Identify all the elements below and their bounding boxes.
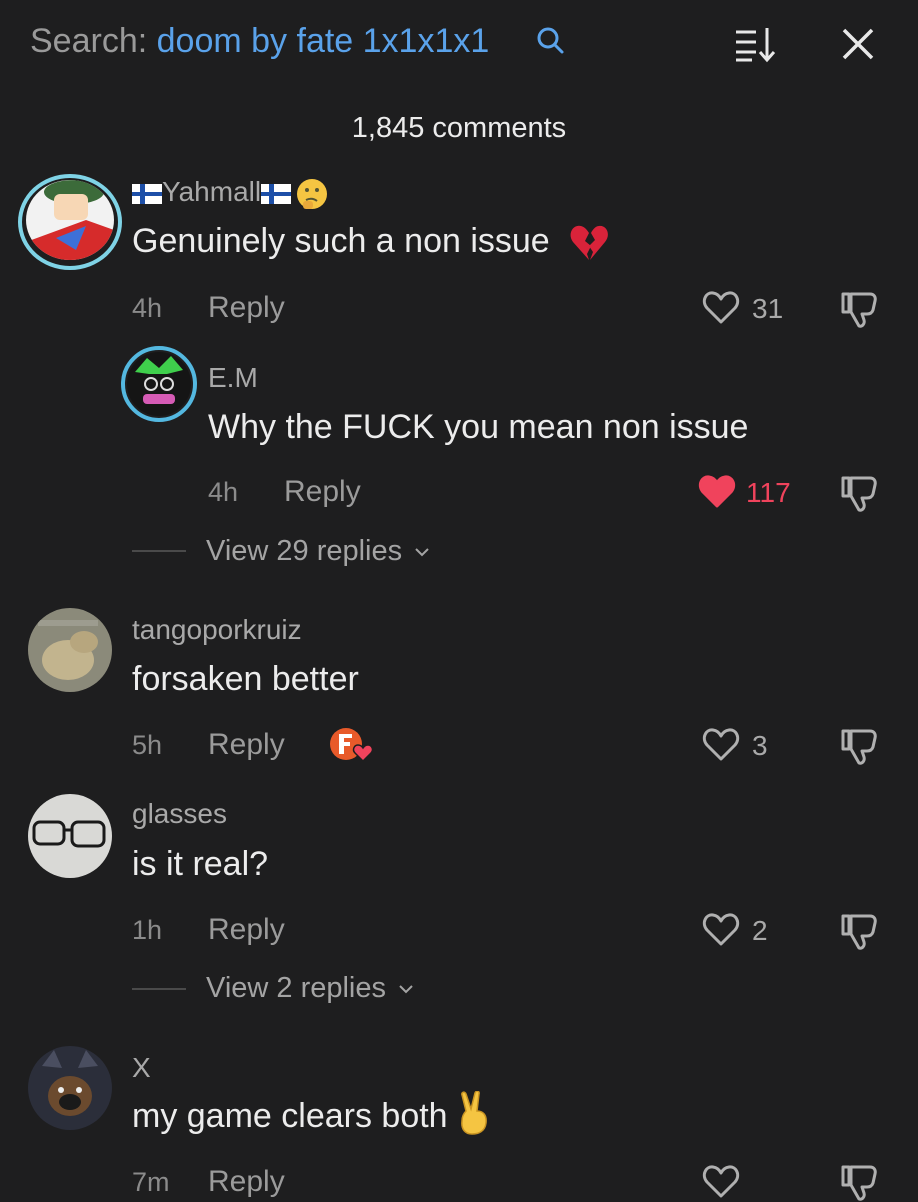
dislike-icon[interactable] [838,911,880,951]
search-bar[interactable]: Search: doom by fate 1x1x1x1 [30,22,489,61]
dislike-icon[interactable] [838,473,880,513]
username-row: Yahmall [132,176,329,211]
view-replies-button[interactable]: View 2 replies [206,972,414,1005]
dislike-icon[interactable] [838,726,880,766]
comment-text: my game clears both [132,1097,448,1135]
sort-icon[interactable] [730,22,780,66]
avatar[interactable] [26,180,114,260]
creator-liked-icon [330,728,374,763]
avatar[interactable] [127,352,191,416]
like-count: 3 [752,730,768,761]
comment-time: 5h [132,730,163,760]
username[interactable]: E.M [208,362,258,394]
close-icon[interactable] [836,22,880,66]
comment-text: Why the FUCK you mean non issue [208,408,749,446]
reply-button[interactable]: Reply [208,913,285,947]
like-count: 2 [752,915,768,946]
username[interactable]: glasses [132,798,227,830]
comment-time: 7m [132,1167,170,1197]
comment-text-row: my game clears both [132,1091,491,1136]
username[interactable]: Yahmall [162,176,261,207]
search-header: Search: doom by fate 1x1x1x1 1,845 comme… [0,0,918,144]
username[interactable]: X [132,1052,151,1084]
chevron-down-icon [415,548,429,557]
reply-button[interactable]: Reply [208,1165,285,1199]
dislike-icon[interactable] [838,1162,880,1202]
heart-icon[interactable] [702,912,740,948]
username[interactable]: tangoporkruiz [132,614,302,646]
search-label: Search: [30,22,148,60]
like-count: 117 [746,477,791,508]
search-icon[interactable] [534,24,568,58]
finland-flag-icon [261,183,292,204]
view-replies-label: View 29 replies [206,535,403,567]
comment-text: is it real? [132,845,269,883]
avatar[interactable] [28,608,112,692]
search-query[interactable]: doom by fate 1x1x1x1 [157,22,490,60]
broken-heart-icon [570,225,609,261]
like-count: 31 [752,293,784,324]
thinking-face-icon [297,178,328,209]
heart-icon[interactable] [702,290,740,326]
divider [132,550,186,552]
comment-text-row: Genuinely such a non issue [132,222,609,262]
avatar[interactable] [28,794,112,878]
comment-count: 1,845 comments [351,112,567,144]
view-replies-button[interactable]: View 29 replies [206,535,430,568]
finland-flag-icon [132,183,162,204]
dislike-icon[interactable] [838,289,880,329]
comment-text: forsaken better [132,660,359,698]
comment-time: 4h [132,293,163,323]
view-replies-label: View 2 replies [206,972,387,1004]
heart-icon[interactable] [702,1164,740,1200]
victory-hand-icon [461,1091,487,1135]
heart-icon[interactable] [698,474,736,510]
comment-time: 4h [208,477,239,507]
reply-button[interactable]: Reply [208,291,285,325]
divider [132,988,186,990]
chevron-down-icon [399,985,413,994]
comment-text: Genuinely such a non issue [132,222,550,260]
heart-icon[interactable] [702,727,740,763]
avatar[interactable] [28,1046,112,1130]
comment-time: 1h [132,915,163,945]
reply-button[interactable]: Reply [284,475,361,509]
reply-button[interactable]: Reply [208,728,285,762]
